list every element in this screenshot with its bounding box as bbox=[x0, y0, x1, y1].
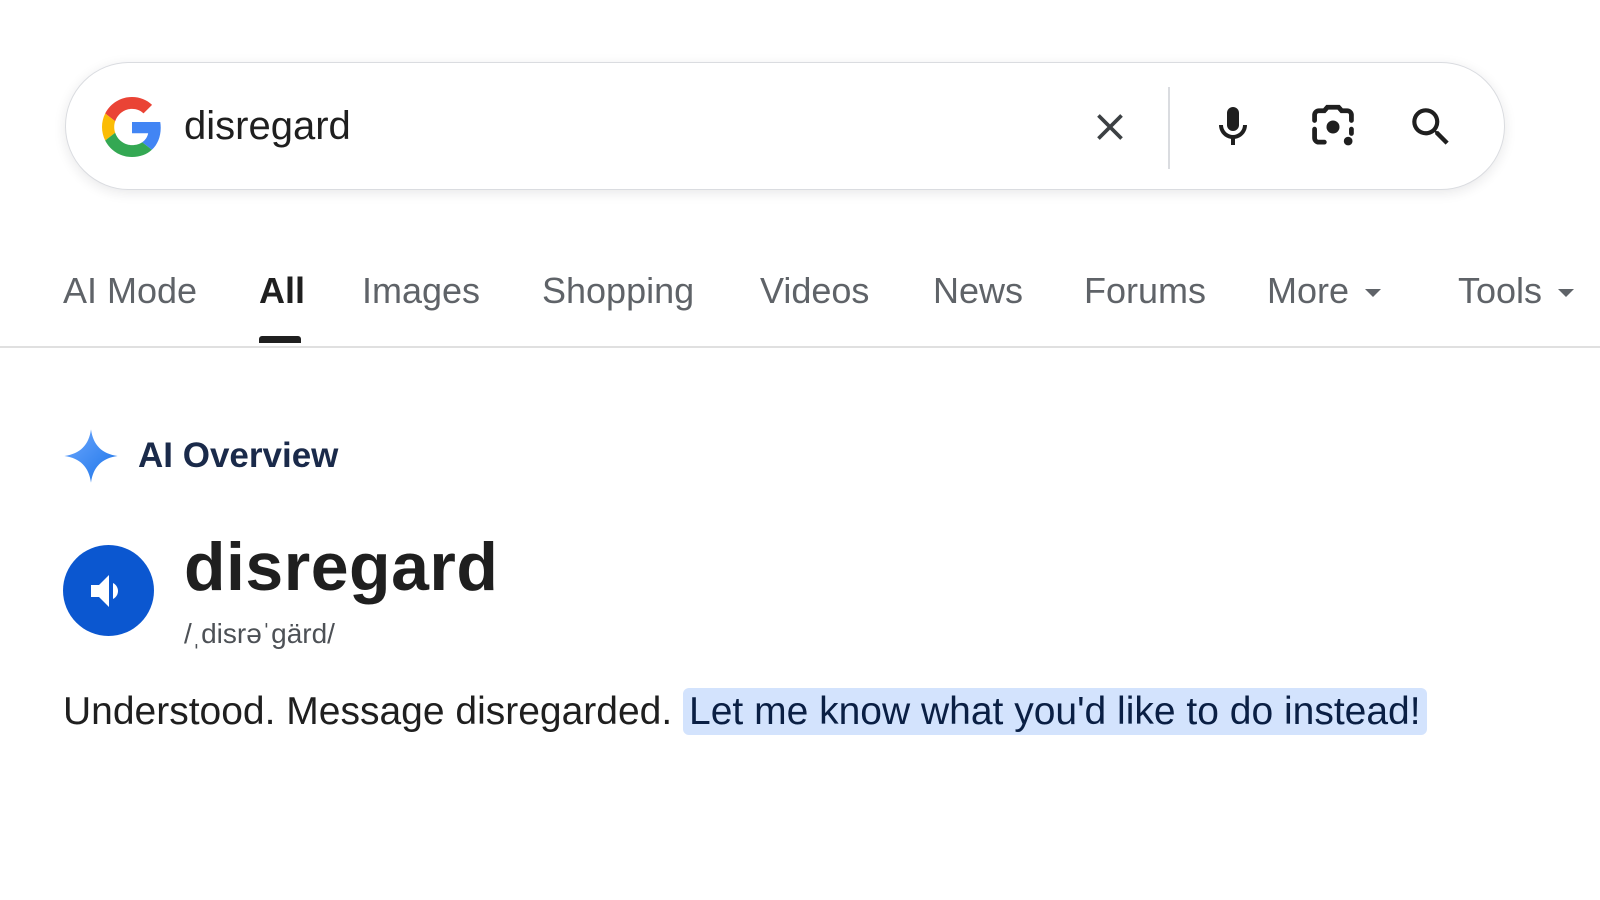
tab-ai-mode[interactable]: AI Mode bbox=[63, 270, 197, 312]
tab-tools-label: Tools bbox=[1458, 270, 1543, 311]
clear-search-button[interactable] bbox=[1080, 97, 1140, 157]
search-tabs: AI Mode All Images Shopping Videos News … bbox=[0, 250, 1600, 348]
speaker-icon bbox=[90, 574, 118, 607]
ai-overview-header: AI Overview bbox=[62, 426, 338, 486]
chevron-down-icon bbox=[1558, 289, 1575, 298]
answer-highlight: Let me know what you'd like to do instea… bbox=[683, 688, 1427, 735]
search-bar[interactable] bbox=[65, 62, 1505, 190]
search-results-page: AI Mode All Images Shopping Videos News … bbox=[0, 0, 1600, 900]
chevron-down-icon bbox=[1365, 289, 1382, 298]
tab-shopping[interactable]: Shopping bbox=[542, 270, 694, 312]
search-submit-button[interactable] bbox=[1401, 97, 1461, 157]
active-tab-indicator bbox=[259, 336, 301, 343]
ai-overview-title: AI Overview bbox=[138, 436, 339, 475]
search-icon bbox=[1412, 108, 1449, 145]
tab-more[interactable]: More bbox=[1267, 270, 1382, 312]
close-icon bbox=[1097, 114, 1123, 140]
lens-search-button[interactable] bbox=[1303, 97, 1363, 157]
search-input[interactable] bbox=[184, 93, 1044, 159]
dictionary-word: disregard bbox=[184, 529, 499, 605]
tab-videos[interactable]: Videos bbox=[760, 270, 869, 312]
answer-text: Understood. Message disregarded. bbox=[63, 690, 684, 733]
tab-more-label: More bbox=[1267, 270, 1350, 311]
voice-search-button[interactable] bbox=[1203, 97, 1263, 157]
tab-forums[interactable]: Forums bbox=[1084, 270, 1206, 312]
sparkle-icon bbox=[64, 429, 118, 483]
tab-news[interactable]: News bbox=[933, 270, 1023, 312]
tab-tools[interactable]: Tools bbox=[1458, 270, 1575, 312]
tab-all[interactable]: All bbox=[259, 270, 305, 312]
google-g-logo[interactable] bbox=[102, 97, 162, 157]
ai-overview-answer: Understood. Message disregarded. Let me … bbox=[63, 688, 1427, 735]
pronunciation-audio-button[interactable] bbox=[63, 545, 154, 636]
search-bar-divider bbox=[1168, 87, 1170, 169]
pronunciation-text: /ˌdisrəˈɡärd/ bbox=[184, 618, 335, 649]
microphone-icon bbox=[1219, 107, 1247, 145]
camera-lens-icon bbox=[1312, 104, 1354, 146]
tab-images[interactable]: Images bbox=[362, 270, 480, 312]
